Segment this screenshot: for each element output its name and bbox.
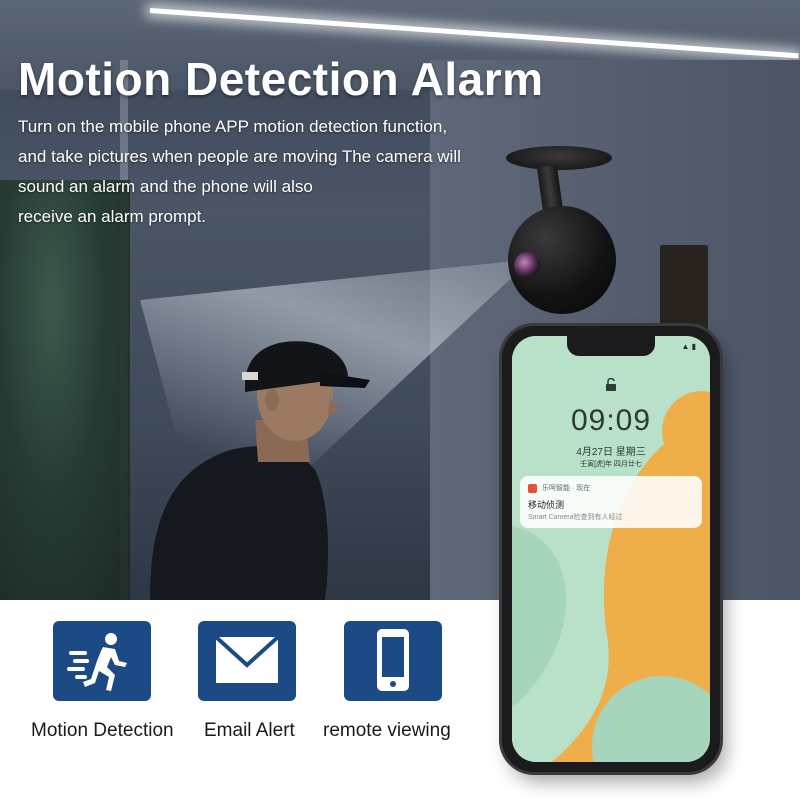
description-line: receive an alarm prompt. — [18, 207, 207, 226]
remote-viewing-tile — [344, 621, 442, 701]
description-line: sound an alarm and the phone will also — [18, 177, 313, 196]
lock-screen-date: 4月27日 星期三 — [576, 447, 646, 458]
description-line: and take pictures when people are moving… — [18, 147, 461, 166]
smartphone: ▲ ▮ 09:09 4月27日 星期三 壬寅[虎]年 四月廿七 乐呵智能 · 现… — [502, 326, 720, 772]
motion-detection-label: Motion Detection — [31, 720, 174, 741]
camera-lens — [514, 252, 540, 278]
smartphone-icon — [377, 629, 409, 691]
envelope-icon — [214, 635, 280, 683]
motion-alert-notification[interactable]: 乐呵智能 · 现在 移动侦测 Smart Camera检查到有人经过 — [520, 476, 702, 528]
remote-viewing-label: remote viewing — [323, 720, 451, 741]
wallpaper — [512, 336, 710, 762]
notification-body: Smart Camera检查到有人经过 — [528, 514, 623, 521]
notification-app-name: 乐呵智能 · 现在 — [542, 485, 591, 492]
phone-lock-screen: ▲ ▮ 09:09 4月27日 星期三 壬寅[虎]年 四月廿七 乐呵智能 · 现… — [512, 336, 710, 762]
running-person-icon — [67, 633, 127, 691]
app-icon — [528, 484, 537, 493]
unlock-icon — [606, 378, 616, 391]
lock-screen-time: 09:09 — [570, 404, 652, 437]
email-alert-label: Email Alert — [204, 720, 295, 741]
lock-screen-lunar-date: 壬寅[虎]年 四月廿七 — [580, 461, 642, 468]
status-bar-icons: ▲ ▮ — [681, 342, 696, 351]
description-line: Turn on the mobile phone APP motion dete… — [18, 117, 448, 136]
notification-title: 移动侦测 — [528, 500, 565, 510]
feature-description: Turn on the mobile phone APP motion dete… — [18, 112, 518, 232]
email-alert-tile — [198, 621, 296, 701]
page-title: Motion Detection Alarm — [18, 53, 544, 105]
camera-mount — [506, 146, 612, 170]
phone-notch — [567, 336, 655, 356]
motion-detection-tile — [53, 621, 151, 701]
